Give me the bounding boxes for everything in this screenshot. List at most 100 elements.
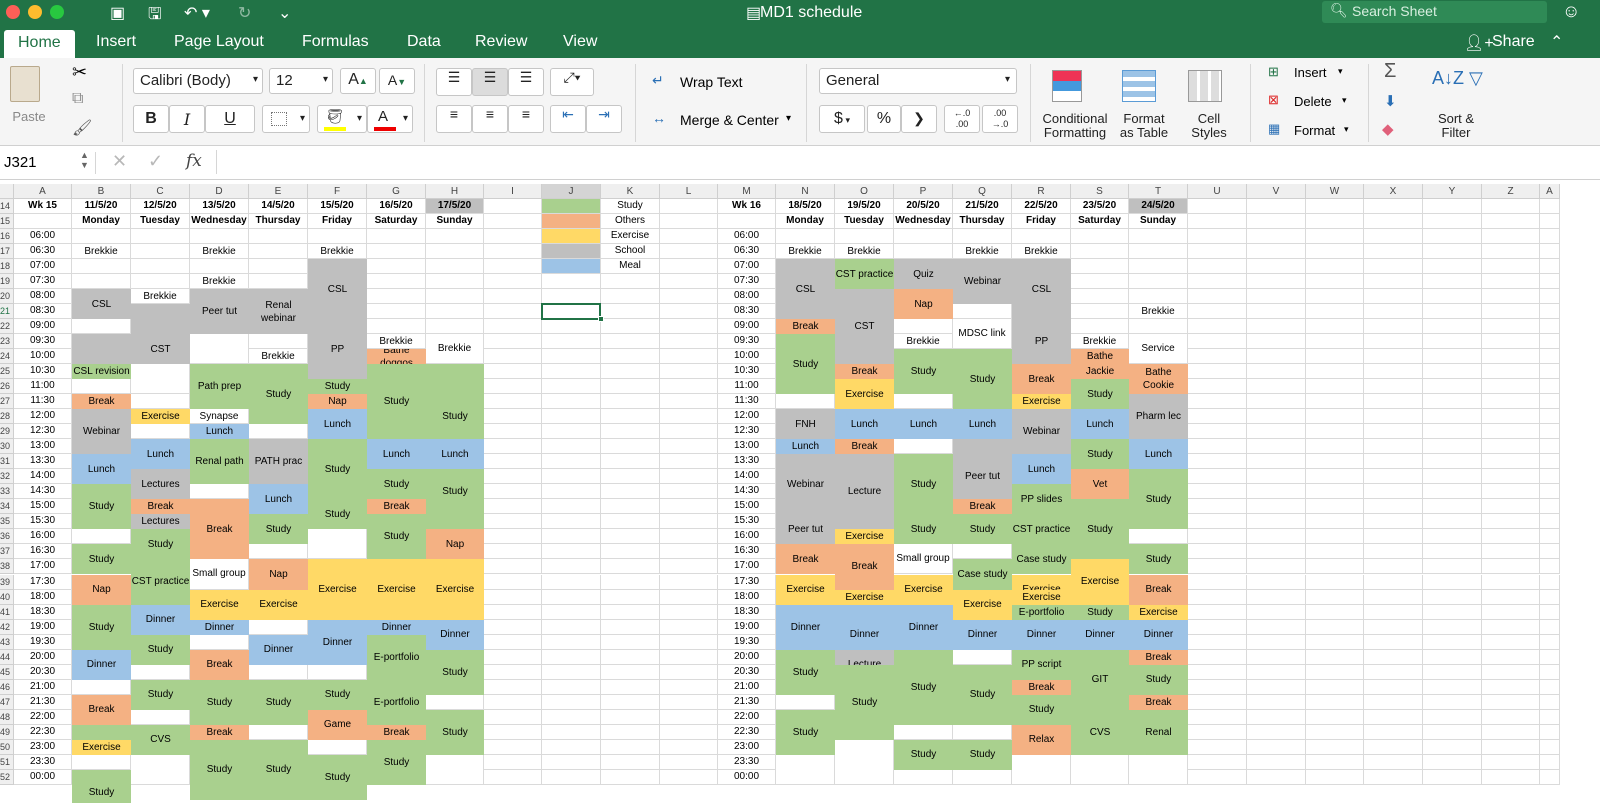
schedule-block[interactable]: Exercise — [953, 589, 1012, 620]
schedule-block[interactable]: Break — [835, 439, 894, 455]
schedule-block[interactable]: Small group — [190, 559, 249, 590]
grid-cell[interactable] — [1247, 304, 1306, 320]
schedule-block[interactable]: Dinner — [190, 619, 249, 635]
grid-cell[interactable] — [1364, 469, 1423, 485]
grid-cell[interactable] — [660, 709, 718, 725]
grid-cell[interactable] — [542, 274, 601, 290]
grid-cell[interactable] — [1482, 574, 1540, 590]
grid-cell[interactable] — [1247, 439, 1306, 455]
row-header[interactable]: 15 — [0, 214, 14, 230]
grid-cell[interactable] — [1188, 274, 1247, 290]
grid-cell[interactable] — [1482, 679, 1540, 695]
schedule-block[interactable]: Lunch — [776, 439, 835, 455]
row-header[interactable]: 18 — [0, 259, 14, 275]
grid-cell[interactable] — [1247, 664, 1306, 680]
row-header[interactable]: 34 — [0, 499, 14, 515]
schedule-block[interactable]: PATH prac — [249, 439, 308, 485]
schedule-block[interactable]: E-portfolio — [367, 679, 426, 725]
name-box-stepper-icon[interactable]: ▲ ▼ — [80, 150, 89, 170]
row-header[interactable]: 51 — [0, 754, 14, 770]
grid-cell[interactable] — [1482, 424, 1540, 440]
row-header[interactable]: 25 — [0, 364, 14, 380]
grid-cell[interactable] — [660, 544, 718, 560]
schedule-block[interactable]: Peer tut — [190, 289, 249, 335]
schedule-block[interactable]: Lunch — [1129, 439, 1188, 470]
paste-icon[interactable] — [10, 66, 40, 102]
column-header[interactable]: G — [367, 184, 426, 199]
grid-cell[interactable] — [1306, 454, 1364, 470]
grid-cell[interactable] — [1247, 574, 1306, 590]
schedule-block[interactable]: Study — [308, 499, 367, 530]
grid-cell[interactable] — [1071, 289, 1129, 305]
grid-cell[interactable] — [542, 559, 601, 575]
schedule-block[interactable]: Break — [367, 724, 426, 740]
grid-cell[interactable] — [601, 394, 660, 410]
grid-cell[interactable] — [1247, 559, 1306, 575]
grid-cell[interactable] — [894, 244, 953, 260]
grid-cell[interactable] — [601, 544, 660, 560]
schedule-block[interactable] — [894, 319, 953, 335]
schedule-block[interactable] — [426, 694, 484, 710]
schedule-block[interactable]: E-portfolio — [367, 634, 426, 680]
sort-filter-button[interactable]: Sort & Filter — [1424, 112, 1488, 140]
grid-cell[interactable] — [1540, 274, 1560, 290]
grid-cell[interactable] — [1364, 559, 1423, 575]
grid-cell[interactable] — [1423, 334, 1482, 350]
grid-cell[interactable] — [1423, 664, 1482, 680]
grid-cell[interactable] — [1423, 484, 1482, 500]
grid-cell[interactable] — [1423, 769, 1482, 785]
grid-cell[interactable] — [1306, 709, 1364, 725]
grid-cell[interactable] — [1247, 259, 1306, 275]
grid-cell[interactable] — [1540, 244, 1560, 260]
schedule-block[interactable] — [72, 529, 131, 545]
grid-cell[interactable] — [660, 724, 718, 740]
grid-cell[interactable] — [1423, 499, 1482, 515]
schedule-block[interactable]: Break — [190, 499, 249, 560]
grid-cell[interactable] — [1129, 229, 1188, 245]
grid-cell[interactable] — [1247, 694, 1306, 710]
grid-cell[interactable] — [1482, 349, 1540, 365]
minimize-window-button[interactable] — [28, 5, 42, 19]
schedule-block[interactable] — [249, 544, 308, 560]
grid-cell[interactable] — [601, 514, 660, 530]
schedule-block[interactable] — [953, 649, 1012, 665]
schedule-block[interactable]: Nap — [426, 529, 484, 560]
schedule-block[interactable]: Dinner — [776, 604, 835, 650]
grid-cell[interactable] — [1247, 289, 1306, 305]
enter-icon[interactable]: ✓ — [148, 151, 163, 172]
schedule-block[interactable]: Brekkie — [249, 349, 308, 365]
grid-cell[interactable] — [1247, 379, 1306, 395]
grid-cell[interactable] — [1364, 694, 1423, 710]
grid-cell[interactable] — [1423, 724, 1482, 740]
grid-cell[interactable] — [484, 379, 542, 395]
grid-cell[interactable] — [542, 394, 601, 410]
row-header[interactable]: 38 — [0, 559, 14, 575]
grid-cell[interactable] — [1482, 394, 1540, 410]
schedule-block[interactable]: MDSC link — [953, 319, 1012, 350]
grid-cell[interactable] — [484, 529, 542, 545]
row-header[interactable]: 44 — [0, 649, 14, 665]
grid-cell[interactable] — [1247, 199, 1306, 215]
grid-cell[interactable] — [1540, 649, 1560, 665]
grid-cell[interactable] — [1306, 364, 1364, 380]
schedule-block[interactable]: CSL — [776, 259, 835, 320]
grid-cell[interactable] — [1306, 694, 1364, 710]
grid-cell[interactable] — [660, 679, 718, 695]
schedule-block[interactable]: Exercise — [835, 529, 894, 545]
grid-cell[interactable] — [1188, 574, 1247, 590]
schedule-block[interactable]: Study — [1071, 439, 1129, 470]
grid-cell[interactable] — [1540, 484, 1560, 500]
grid-cell[interactable] — [484, 199, 542, 215]
grid-cell[interactable] — [1540, 409, 1560, 425]
schedule-block[interactable] — [131, 394, 190, 410]
search-sheet-input[interactable]: 🔍︎ Search Sheet — [1322, 1, 1547, 23]
grid-cell[interactable] — [72, 229, 131, 245]
grid-cell[interactable] — [1482, 214, 1540, 230]
schedule-block[interactable]: Lunch — [953, 409, 1012, 440]
grid-cell[interactable] — [426, 244, 484, 260]
grid-cell[interactable] — [660, 379, 718, 395]
grid-cell[interactable] — [1364, 229, 1423, 245]
grid-cell[interactable] — [1364, 709, 1423, 725]
schedule-block[interactable]: Dinner — [1071, 619, 1129, 650]
decrease-font-size-button[interactable]: A▼ — [379, 68, 415, 94]
